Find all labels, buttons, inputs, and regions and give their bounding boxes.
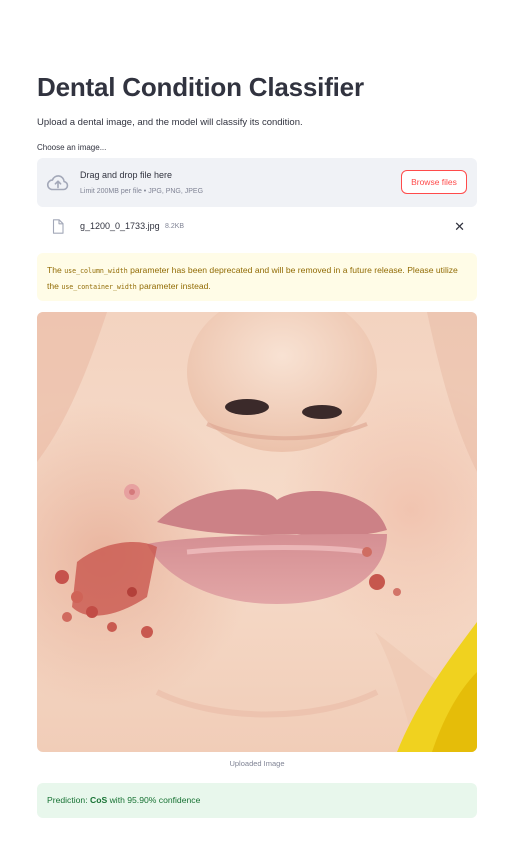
app-page: Dental Condition Classifier Upload a den… bbox=[0, 0, 511, 843]
warning-text-suffix: parameter instead. bbox=[136, 281, 211, 291]
close-icon[interactable]: ✕ bbox=[454, 219, 465, 235]
file-icon bbox=[52, 219, 64, 234]
prediction-prefix: Prediction: bbox=[47, 795, 90, 805]
uploaded-photo-illustration bbox=[37, 312, 477, 752]
dropzone-instructions: Drag and drop file here bbox=[80, 170, 173, 180]
uploaded-file-row: g_1200_0_1733.jpg 8.2KB ✕ bbox=[37, 214, 477, 240]
prediction-result: Prediction: CoS with 95.90% confidence bbox=[37, 783, 477, 818]
file-uploader-label: Choose an image... bbox=[37, 143, 107, 152]
uploaded-image bbox=[37, 312, 477, 752]
deprecation-warning: The use_column_width parameter has been … bbox=[37, 253, 477, 301]
cloud-upload-icon bbox=[47, 175, 69, 191]
warning-param-old: use_column_width bbox=[64, 267, 128, 275]
dropzone-limit-text: Limit 200MB per file • JPG, PNG, JPEG bbox=[80, 188, 204, 195]
page-title: Dental Condition Classifier bbox=[37, 72, 364, 102]
page-subtitle: Upload a dental image, and the model wil… bbox=[37, 117, 303, 128]
image-caption: Uploaded Image bbox=[229, 759, 285, 768]
uploaded-file-size: 8.2KB bbox=[165, 222, 185, 230]
warning-text-prefix: The bbox=[47, 265, 65, 275]
uploaded-file-name: g_1200_0_1733.jpg bbox=[80, 221, 160, 231]
browse-files-button[interactable]: Browse files bbox=[401, 170, 467, 194]
file-dropzone[interactable]: Drag and drop file here Limit 200MB per … bbox=[37, 158, 477, 207]
prediction-label: CoS bbox=[90, 795, 108, 805]
warning-param-new: use_container_width bbox=[61, 283, 137, 291]
prediction-confidence: with 95.90% confidence bbox=[107, 795, 201, 805]
